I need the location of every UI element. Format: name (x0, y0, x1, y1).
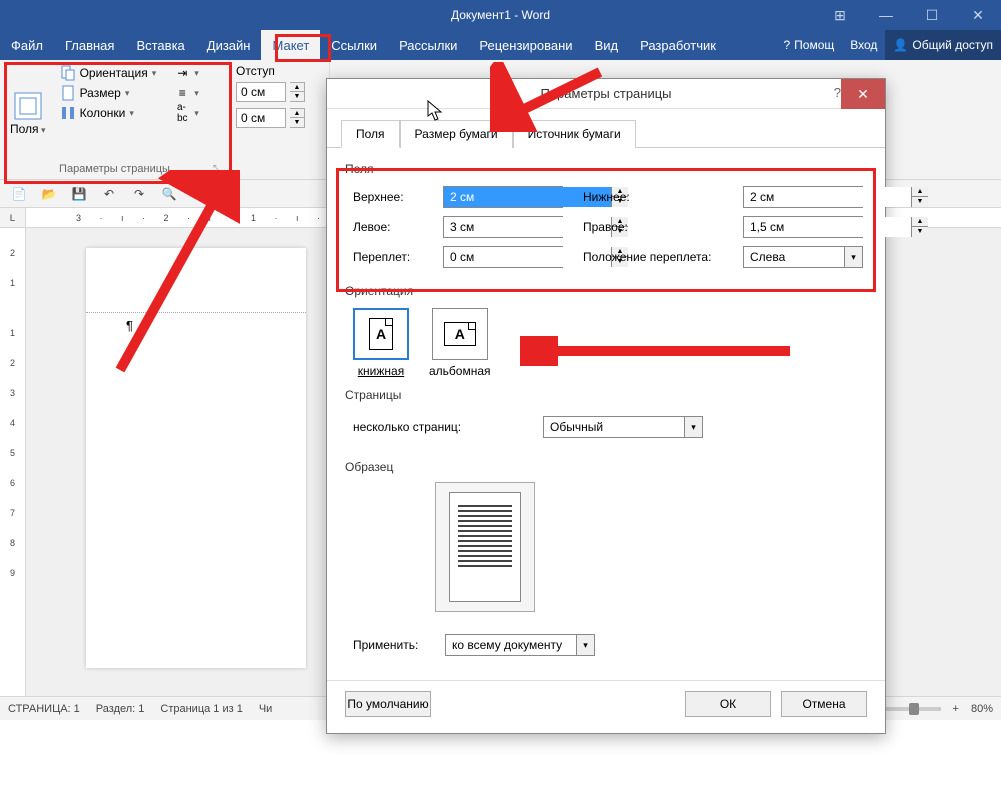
qat-template-icon[interactable]: ⊞ (188, 183, 210, 205)
ok-button[interactable]: ОК (685, 691, 771, 717)
tab-file[interactable]: Файл (0, 30, 54, 60)
tab-view[interactable]: Вид (584, 30, 630, 60)
right-label: Правое: (583, 220, 723, 234)
multi-pages-label: несколько страниц: (353, 420, 523, 434)
zoom-plus-icon[interactable]: + (953, 703, 959, 715)
dialog-title-text: Параметры страницы (540, 86, 671, 101)
tab-layout[interactable]: Макет (261, 30, 320, 60)
qat-redo-icon[interactable]: ↷ (128, 183, 150, 205)
orientation-icon (60, 65, 76, 81)
zoom-value[interactable]: 80% (971, 703, 993, 715)
line-numbers-button[interactable]: ≡ (170, 84, 203, 102)
dialog-tab-source[interactable]: Источник бумаги (513, 120, 636, 148)
columns-icon (60, 105, 76, 121)
gutter-input[interactable]: ▲▼ (443, 246, 563, 268)
multi-pages-combo[interactable]: Обычный▾ (543, 416, 703, 438)
apply-label: Применить: (353, 638, 433, 652)
indent-left-input[interactable]: ▲▼ (236, 82, 323, 102)
qat-save-icon[interactable]: 💾 (68, 183, 90, 205)
qat-undo-icon[interactable]: ↶ (98, 183, 120, 205)
top-label: Верхнее: (353, 190, 423, 204)
hyphenation-icon: a-bc (174, 105, 190, 121)
margins-button[interactable]: Поля (6, 64, 50, 161)
mouse-cursor-icon (427, 100, 445, 127)
tab-insert[interactable]: Вставка (125, 30, 195, 60)
indent-label: Отступ (236, 64, 323, 78)
section-pages-label: Страницы (345, 388, 867, 402)
dialog-close-icon[interactable]: ✕ (841, 79, 885, 109)
top-input[interactable]: ▲▼ (443, 186, 563, 208)
minimize-icon[interactable]: — (863, 0, 909, 30)
share-button[interactable]: 👤Общий доступ (885, 30, 1001, 60)
bottom-input[interactable]: ▲▼ (743, 186, 863, 208)
window-title: Документ1 - Word (451, 8, 550, 22)
section-orient-label: Ориентация (345, 284, 867, 298)
orientation-landscape-button[interactable]: A альбомная (429, 308, 491, 378)
tab-references[interactable]: Ссылки (320, 30, 388, 60)
pilcrow-icon: ¶ (126, 318, 133, 333)
document-page[interactable]: ¶ (86, 248, 306, 668)
section-sample-label: Образец (345, 460, 867, 474)
columns-button[interactable]: Колонки (56, 104, 161, 122)
qat-preview-icon[interactable]: 🔍 (158, 183, 180, 205)
line-numbers-icon: ≡ (174, 85, 190, 101)
window-titlebar: Документ1 - Word ⊞ — ☐ ✕ (0, 0, 1001, 30)
gutter-pos-combo[interactable]: Слева▾ (743, 246, 863, 268)
orientation-portrait-button[interactable]: A книжная (353, 308, 409, 378)
close-icon[interactable]: ✕ (955, 0, 1001, 30)
tab-design[interactable]: Дизайн (196, 30, 262, 60)
size-icon (60, 85, 76, 101)
dialog-titlebar[interactable]: Параметры страницы ? ✕ (327, 79, 885, 109)
gutter-pos-label: Положение переплета: (583, 250, 723, 264)
chevron-down-icon: ▾ (844, 247, 862, 267)
qat-table-icon[interactable]: ▦ (218, 183, 240, 205)
dialog-help-icon[interactable]: ? (834, 85, 841, 100)
gutter-label: Переплет: (353, 250, 423, 264)
chevron-down-icon: ▾ (576, 635, 594, 655)
status-section[interactable]: Раздел: 1 (96, 703, 145, 715)
chevron-down-icon: ▾ (684, 417, 702, 437)
orientation-button[interactable]: Ориентация (56, 64, 161, 82)
page-setup-expander-icon[interactable]: ⤡ (213, 164, 221, 175)
breaks-button[interactable]: ⇥ (170, 64, 203, 82)
left-input[interactable]: ▲▼ (443, 216, 563, 238)
dialog-tab-paper[interactable]: Размер бумаги (400, 120, 513, 148)
qat-new-icon[interactable]: 📄 (8, 183, 30, 205)
tab-review[interactable]: Рецензировани (468, 30, 583, 60)
dialog-tabs: Поля Размер бумаги Источник бумаги (327, 109, 885, 148)
zoom-slider[interactable] (881, 707, 941, 711)
margins-icon (12, 90, 44, 122)
vertical-ruler[interactable]: 2 1 1 2 3 4 5 6 7 8 9 (0, 228, 26, 708)
bottom-label: Нижнее: (583, 190, 723, 204)
status-pageof[interactable]: Страница 1 из 1 (160, 703, 242, 715)
tab-developer[interactable]: Разработчик (629, 30, 727, 60)
status-page[interactable]: СТРАНИЦА: 1 (8, 703, 80, 715)
hyphenation-button[interactable]: a-bc (170, 104, 203, 122)
section-fields-label: Поля (345, 162, 867, 176)
page-setup-dialog: Параметры страницы ? ✕ Поля Размер бумаг… (326, 78, 886, 734)
dialog-tab-margins[interactable]: Поля (341, 120, 400, 148)
cancel-button[interactable]: Отмена (781, 691, 867, 717)
ribbon-tabs: Файл Главная Вставка Дизайн Макет Ссылки… (0, 30, 1001, 60)
status-chars[interactable]: Чи (259, 703, 272, 715)
help-button[interactable]: ?Помощ (775, 30, 842, 60)
default-button[interactable]: По умолчанию (345, 691, 431, 717)
tab-home[interactable]: Главная (54, 30, 125, 60)
indent-right-input[interactable]: ▲▼ (236, 108, 323, 128)
size-button[interactable]: Размер (56, 84, 161, 102)
left-label: Левое: (353, 220, 423, 234)
tab-mailings[interactable]: Рассылки (388, 30, 468, 60)
account-icon[interactable]: ⊞ (817, 0, 863, 30)
ruler-corner: L (0, 208, 26, 228)
page-setup-group-label: Параметры страницы ⤡ (6, 161, 223, 175)
login-button[interactable]: Вход (842, 30, 885, 60)
breaks-icon: ⇥ (174, 65, 190, 81)
qat-open-icon[interactable]: 📂 (38, 183, 60, 205)
maximize-icon[interactable]: ☐ (909, 0, 955, 30)
apply-combo[interactable]: ко всему документу▾ (445, 634, 595, 656)
right-input[interactable]: ▲▼ (743, 216, 863, 238)
sample-preview (435, 482, 535, 612)
